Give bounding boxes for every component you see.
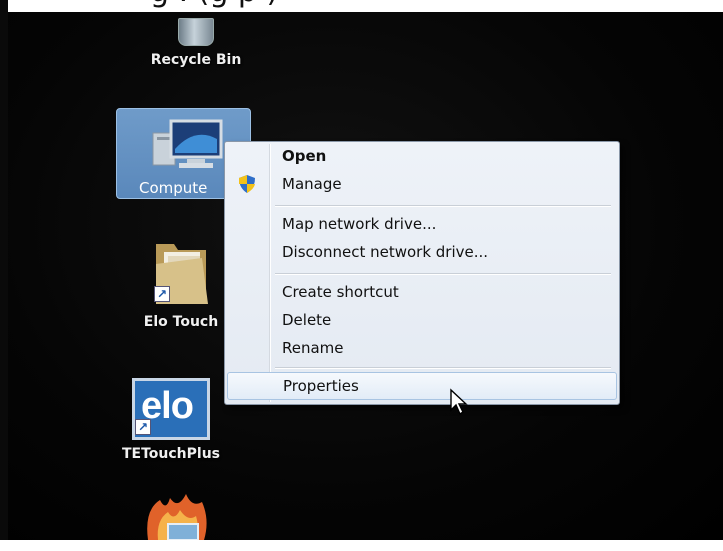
folder-icon: ↗ xyxy=(146,240,216,308)
photo-left-edge xyxy=(0,0,8,551)
menu-item-label: Disconnect network drive... xyxy=(282,242,489,261)
partial-app-icon[interactable] xyxy=(140,490,210,540)
menu-item-label: Open xyxy=(282,146,327,165)
menu-separator xyxy=(275,273,611,274)
photo-bottom-edge xyxy=(0,540,723,551)
computer-icon xyxy=(152,119,223,168)
cropped-top-text: g . (g p ) xyxy=(150,0,278,9)
menu-item-create-shortcut[interactable]: Create shortcut xyxy=(227,278,617,305)
menu-item-label: Map network drive... xyxy=(282,214,437,233)
mouse-cursor-icon xyxy=(450,388,468,416)
menu-item-rename[interactable]: Rename xyxy=(227,334,617,361)
elo-logo-icon: elo ↗ xyxy=(132,378,210,440)
uac-shield-icon xyxy=(239,175,255,193)
menu-item-map-network-drive[interactable]: Map network drive... xyxy=(227,210,617,237)
recycle-bin-label: Recycle Bin xyxy=(150,52,242,68)
elo-folder-label: Elo Touch xyxy=(143,314,219,330)
shortcut-arrow-icon: ↗ xyxy=(135,419,151,435)
menu-item-disconnect-network-drive[interactable]: Disconnect network drive... xyxy=(227,238,617,265)
desktop-icon-elo-folder[interactable]: ↗ Elo Touch xyxy=(126,240,236,330)
computer-label: Compute xyxy=(139,179,208,197)
recycle-bin-icon xyxy=(178,18,214,46)
menu-item-label: Delete xyxy=(282,310,332,329)
menu-item-label: Create shortcut xyxy=(282,282,399,301)
shortcut-arrow-icon: ↗ xyxy=(154,286,170,302)
desktop[interactable]: Recycle Bin Compute ↗ Elo Touch elo ↗ TE… xyxy=(8,12,723,540)
photo-top-edge: g . (g p ) xyxy=(0,0,723,12)
menu-item-label: Rename xyxy=(282,338,344,357)
menu-separator xyxy=(275,367,611,368)
context-menu: Open Manage Map network drive... Disconn… xyxy=(224,141,620,405)
menu-item-label: Manage xyxy=(282,174,342,193)
desktop-icon-recycle-bin[interactable]: Recycle Bin xyxy=(136,12,256,68)
menu-item-label: Properties xyxy=(283,377,359,395)
menu-item-manage[interactable]: Manage xyxy=(227,170,617,197)
desktop-icon-tetouchplus[interactable]: elo ↗ TETouchPlus xyxy=(106,378,236,462)
menu-item-properties[interactable]: Properties xyxy=(227,372,617,400)
menu-item-open[interactable]: Open xyxy=(227,142,617,169)
menu-separator xyxy=(275,205,611,206)
tetouchplus-label: TETouchPlus xyxy=(121,446,220,462)
menu-item-delete[interactable]: Delete xyxy=(227,306,617,333)
